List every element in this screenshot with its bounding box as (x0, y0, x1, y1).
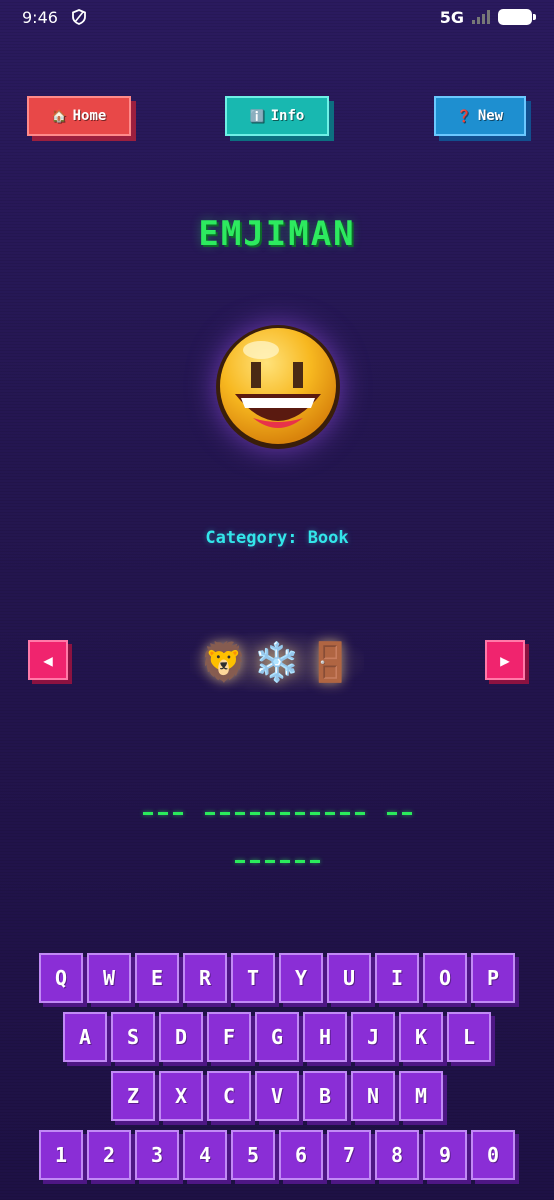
letter-blank (219, 812, 230, 815)
key-j[interactable]: J (351, 1012, 395, 1062)
status-bar: 9:46 5G (0, 0, 554, 34)
key-3[interactable]: 3 (135, 1130, 179, 1180)
arrow-left-icon: ◀ (43, 650, 53, 670)
smiley-mascot-icon (216, 325, 340, 449)
letter-blank (309, 812, 320, 815)
answer-word (234, 860, 320, 863)
next-button[interactable]: ▶ (485, 640, 525, 680)
key-z[interactable]: Z (111, 1071, 155, 1121)
key-c[interactable]: C (207, 1071, 251, 1121)
letter-blank (264, 812, 275, 815)
info-label: Info (270, 108, 305, 124)
letter-blank (234, 812, 245, 815)
home-icon: 🏠 (51, 109, 67, 123)
letter-blank (279, 860, 290, 863)
key-v[interactable]: V (255, 1071, 299, 1121)
letter-blank (294, 860, 305, 863)
letter-blank (401, 812, 412, 815)
category-label: Category: Book (205, 528, 349, 548)
key-0[interactable]: 0 (471, 1130, 515, 1180)
key-8[interactable]: 8 (375, 1130, 419, 1180)
keyboard-row: ZXCVBNM (0, 1071, 554, 1121)
previous-button[interactable]: ◀ (28, 640, 68, 680)
letter-blank (294, 812, 305, 815)
game-title: EMJIMAN (198, 214, 356, 254)
key-n[interactable]: N (351, 1071, 395, 1121)
letter-blank (264, 860, 275, 863)
answer-word (142, 812, 183, 815)
key-w[interactable]: W (87, 953, 131, 1003)
letter-blank (234, 860, 245, 863)
home-label: Home (72, 108, 107, 124)
status-left: 9:46 (22, 8, 86, 27)
home-button[interactable]: 🏠 Home (27, 96, 131, 136)
letter-blank (172, 812, 183, 815)
signal-icon (472, 10, 490, 24)
shield-icon (72, 9, 86, 25)
key-1[interactable]: 1 (39, 1130, 83, 1180)
key-p[interactable]: P (471, 953, 515, 1003)
key-g[interactable]: G (255, 1012, 299, 1062)
key-y[interactable]: Y (279, 953, 323, 1003)
new-button[interactable]: ❓ New (434, 96, 526, 136)
letter-blank (249, 860, 260, 863)
key-4[interactable]: 4 (183, 1130, 227, 1180)
key-b[interactable]: B (303, 1071, 347, 1121)
letter-blank (339, 812, 350, 815)
letter-blank (204, 812, 215, 815)
key-u[interactable]: U (327, 953, 371, 1003)
network-label: 5G (439, 7, 464, 27)
key-7[interactable]: 7 (327, 1130, 371, 1180)
status-right: 5G (439, 7, 536, 27)
letter-blank (324, 812, 335, 815)
key-9[interactable]: 9 (423, 1130, 467, 1180)
keyboard-row: 1234567890 (0, 1130, 554, 1180)
letter-blank (309, 860, 320, 863)
key-r[interactable]: R (183, 953, 227, 1003)
key-o[interactable]: O (423, 953, 467, 1003)
key-x[interactable]: X (159, 1071, 203, 1121)
key-f[interactable]: F (207, 1012, 251, 1062)
letter-blank (157, 812, 168, 815)
keyboard-row: ASDFGHJKL (0, 1012, 554, 1062)
answer-row-2 (0, 860, 554, 863)
answer-word (386, 812, 412, 815)
door-icon: 🚪 (306, 639, 354, 684)
key-q[interactable]: Q (39, 953, 83, 1003)
letter-blank (249, 812, 260, 815)
keyboard-row: QWERTYUIOP (0, 953, 554, 1003)
info-icon: ℹ️ (249, 109, 265, 123)
key-k[interactable]: K (399, 1012, 443, 1062)
letter-blank (279, 812, 290, 815)
key-d[interactable]: D (159, 1012, 203, 1062)
question-icon: ❓ (456, 109, 472, 123)
key-l[interactable]: L (447, 1012, 491, 1062)
letter-blank (142, 812, 153, 815)
key-2[interactable]: 2 (87, 1130, 131, 1180)
emoji-clue: 🦁 ❄️ 🚪 (190, 632, 364, 692)
lion-icon: 🦁 (200, 639, 248, 684)
new-label: New (477, 108, 504, 124)
key-t[interactable]: T (231, 953, 275, 1003)
key-a[interactable]: A (63, 1012, 107, 1062)
status-time: 9:46 (22, 7, 58, 27)
letter-blank (354, 812, 365, 815)
arrow-right-icon: ▶ (500, 650, 510, 670)
answer-row-1 (0, 812, 554, 815)
letter-blank (386, 812, 397, 815)
key-e[interactable]: E (135, 953, 179, 1003)
key-5[interactable]: 5 (231, 1130, 275, 1180)
key-s[interactable]: S (111, 1012, 155, 1062)
key-m[interactable]: M (399, 1071, 443, 1121)
info-button[interactable]: ℹ️ Info (225, 96, 329, 136)
key-i[interactable]: I (375, 953, 419, 1003)
answer-word (204, 812, 365, 815)
battery-icon (498, 9, 536, 25)
key-h[interactable]: H (303, 1012, 347, 1062)
key-6[interactable]: 6 (279, 1130, 323, 1180)
snowflake-icon: ❄️ (253, 639, 301, 684)
